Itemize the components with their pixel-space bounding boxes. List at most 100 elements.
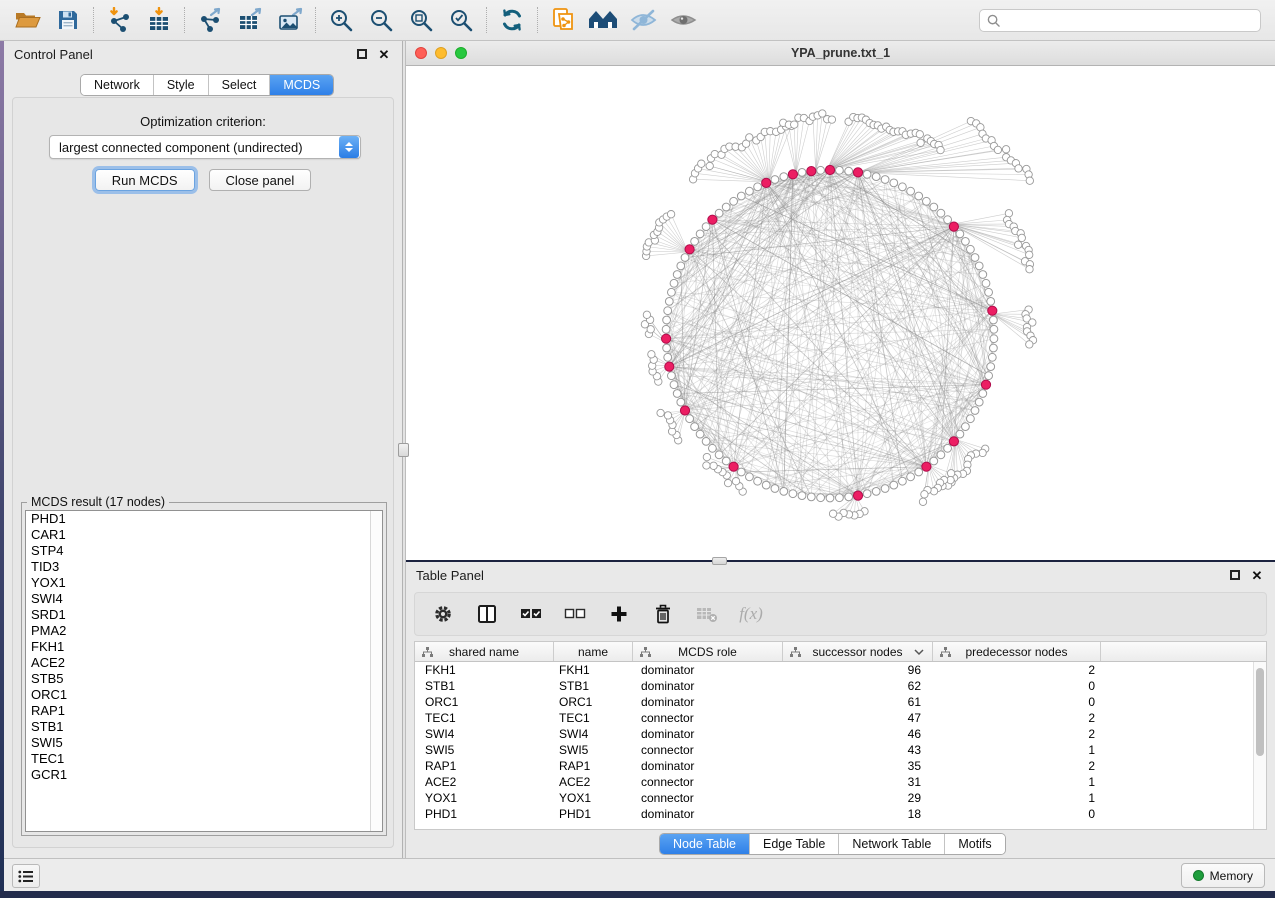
table-cell[interactable]: PHD1	[554, 807, 633, 821]
graph-node[interactable]	[872, 488, 880, 496]
graph-node[interactable]	[817, 494, 825, 502]
graph-leaf-node[interactable]	[1018, 234, 1025, 241]
graph-hub-node[interactable]	[680, 406, 689, 415]
table-row[interactable]: SWI4SWI4dominator462	[415, 726, 1253, 742]
graph-node[interactable]	[664, 353, 672, 361]
graph-node[interactable]	[863, 170, 871, 178]
show-columns-button[interactable]	[475, 602, 499, 626]
graph-node[interactable]	[670, 279, 678, 287]
add-column-button[interactable]	[607, 602, 631, 626]
graph-leaf-node[interactable]	[1015, 165, 1022, 172]
graph-node[interactable]	[930, 457, 938, 465]
graph-node[interactable]	[691, 423, 699, 431]
graph-node[interactable]	[863, 490, 871, 498]
graph-node[interactable]	[937, 209, 945, 217]
table-cell[interactable]: YOX1	[415, 791, 554, 805]
float-panel-button[interactable]	[354, 46, 370, 62]
graph-leaf-node[interactable]	[724, 479, 731, 486]
graph-leaf-node[interactable]	[791, 121, 798, 128]
graph-node[interactable]	[899, 183, 907, 191]
table-cell[interactable]: 2	[933, 711, 1101, 725]
table-cell[interactable]: STB1	[415, 679, 554, 693]
graph-node[interactable]	[956, 230, 964, 238]
graph-node[interactable]	[930, 203, 938, 211]
graph-node[interactable]	[988, 353, 996, 361]
table-cell[interactable]: TEC1	[554, 711, 633, 725]
table-cell[interactable]: 29	[783, 791, 933, 805]
import-table-button[interactable]	[139, 3, 179, 37]
graph-node[interactable]	[944, 444, 952, 452]
tab-motifs[interactable]: Motifs	[945, 834, 1004, 854]
neighbors-houses-button[interactable]	[583, 3, 623, 37]
graph-node[interactable]	[702, 223, 710, 231]
graph-node[interactable]	[975, 262, 983, 270]
graph-leaf-node[interactable]	[921, 491, 928, 498]
zoom-selected-button[interactable]	[441, 3, 481, 37]
table-cell[interactable]: FKH1	[415, 663, 554, 677]
table-cell[interactable]: TEC1	[415, 711, 554, 725]
graph-leaf-node[interactable]	[657, 409, 664, 416]
mcds-result-item[interactable]: PMA2	[26, 623, 382, 639]
graph-node[interactable]	[737, 468, 745, 476]
graph-node[interactable]	[826, 494, 834, 502]
table-row[interactable]: YOX1YOX1connector291	[415, 790, 1253, 806]
tab-select[interactable]: Select	[209, 75, 271, 95]
graph-node[interactable]	[668, 372, 676, 380]
open-file-button[interactable]	[8, 3, 48, 37]
refresh-network-button[interactable]	[492, 3, 532, 37]
graph-node[interactable]	[990, 316, 998, 324]
graph-leaf-node[interactable]	[1015, 241, 1022, 248]
graph-node[interactable]	[907, 473, 915, 481]
table-cell[interactable]: SWI5	[415, 743, 554, 757]
table-cell[interactable]: connector	[633, 775, 783, 789]
graph-node[interactable]	[696, 430, 704, 438]
mcds-result-item[interactable]: YOX1	[26, 575, 382, 591]
graph-hub-node[interactable]	[708, 215, 717, 224]
graph-leaf-node[interactable]	[711, 150, 718, 157]
graph-node[interactable]	[771, 485, 779, 493]
graph-hub-node[interactable]	[949, 437, 958, 446]
mcds-result-item[interactable]: PHD1	[26, 511, 382, 527]
graph-node[interactable]	[987, 298, 995, 306]
graph-node[interactable]	[771, 176, 779, 184]
table-cell[interactable]: YOX1	[554, 791, 633, 805]
graph-node[interactable]	[665, 298, 673, 306]
network-graph[interactable]	[406, 66, 1275, 560]
graph-node[interactable]	[982, 279, 990, 287]
tab-network-table[interactable]: Network Table	[839, 834, 945, 854]
graph-node[interactable]	[987, 363, 995, 371]
mcds-result-item[interactable]: STB1	[26, 719, 382, 735]
graph-leaf-node[interactable]	[648, 351, 655, 358]
graph-node[interactable]	[915, 192, 923, 200]
graph-node[interactable]	[670, 381, 678, 389]
run-mcds-button[interactable]: Run MCDS	[95, 169, 195, 191]
graph-leaf-node[interactable]	[732, 478, 739, 485]
table-row[interactable]: FKH1FKH1dominator962	[415, 662, 1253, 678]
list-scrollbar[interactable]	[370, 511, 382, 831]
graph-leaf-node[interactable]	[710, 462, 717, 469]
graph-node[interactable]	[975, 398, 983, 406]
graph-node[interactable]	[937, 451, 945, 459]
tab-mcds[interactable]: MCDS	[270, 75, 333, 95]
table-cell[interactable]: 43	[783, 743, 933, 757]
graph-hub-node[interactable]	[853, 491, 862, 500]
zoom-fit-button[interactable]	[401, 3, 441, 37]
table-cell[interactable]: 35	[783, 759, 933, 773]
graph-hub-node[interactable]	[807, 167, 816, 176]
graph-hub-node[interactable]	[662, 334, 671, 343]
graph-node[interactable]	[807, 493, 815, 501]
table-cell[interactable]: SWI5	[554, 743, 633, 757]
graph-node[interactable]	[673, 390, 681, 398]
mcds-result-item[interactable]: SWI5	[26, 735, 382, 751]
graph-node[interactable]	[872, 173, 880, 181]
table-cell[interactable]: 47	[783, 711, 933, 725]
hide-selected-button[interactable]	[623, 3, 663, 37]
graph-hub-node[interactable]	[685, 245, 694, 254]
function-builder-button[interactable]: f(x)	[739, 602, 763, 626]
table-cell[interactable]: 1	[933, 775, 1101, 789]
graph-node[interactable]	[715, 209, 723, 217]
deselect-all-button[interactable]	[563, 602, 587, 626]
table-row[interactable]: PHD1PHD1dominator180	[415, 806, 1253, 822]
graph-node[interactable]	[990, 325, 998, 333]
table-cell[interactable]: 46	[783, 727, 933, 741]
